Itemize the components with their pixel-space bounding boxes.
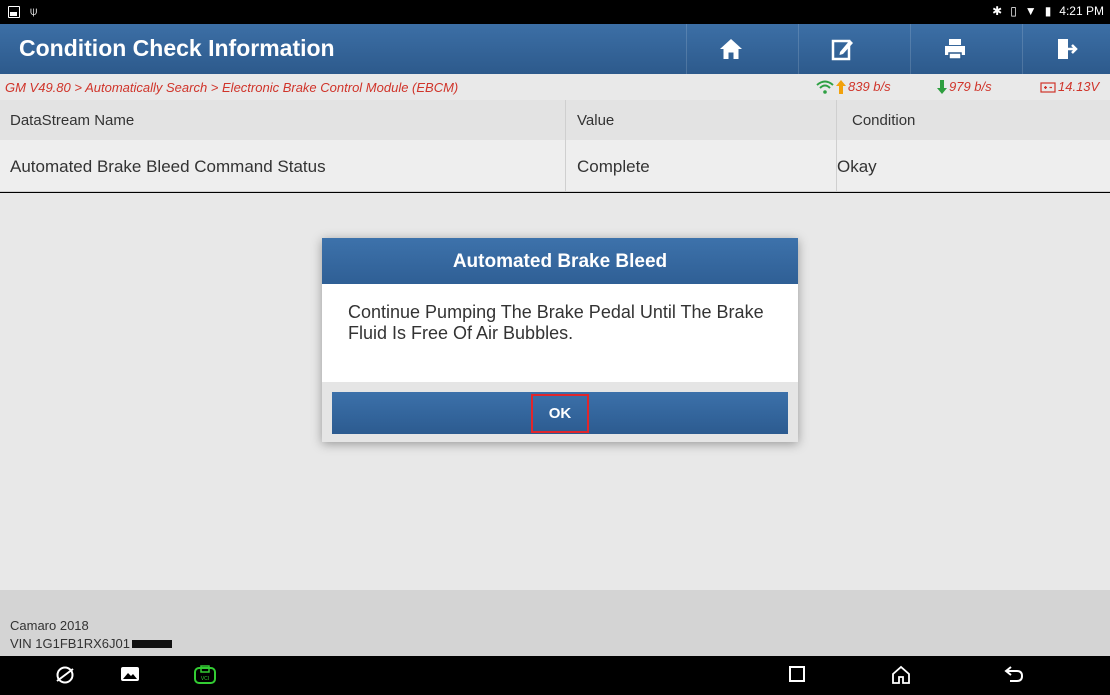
ok-button[interactable]: OK xyxy=(332,392,788,434)
brake-bleed-dialog: Automated Brake Bleed Continue Pumping T… xyxy=(322,238,798,442)
dialog-footer: OK xyxy=(322,382,798,442)
modal-overlay: Automated Brake Bleed Continue Pumping T… xyxy=(0,0,1110,695)
dialog-message: Continue Pumping The Brake Pedal Until T… xyxy=(348,302,764,343)
dialog-title: Automated Brake Bleed xyxy=(322,238,798,284)
ok-button-label: OK xyxy=(530,393,590,433)
